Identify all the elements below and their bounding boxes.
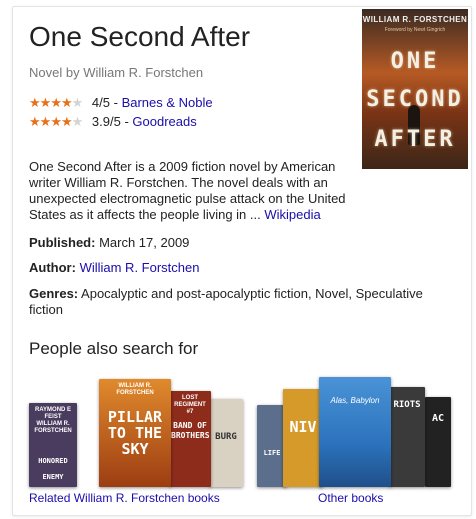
star-filled-icon: ★ <box>29 114 41 129</box>
rating-separator: - <box>113 95 118 110</box>
fact-author: Author: William R. Forstchen <box>29 260 449 276</box>
rating-row-barnes-noble: ★★★★★ 4/5 - Barnes & Noble <box>29 95 213 111</box>
rating-score: 3.9/5 <box>91 114 121 129</box>
cover-title-line: AFTER <box>374 127 456 152</box>
description: One Second After is a 2009 fiction novel… <box>29 159 347 223</box>
cover-title-line: ONE <box>390 49 440 74</box>
book-thumbnail[interactable]: BURG <box>209 399 243 487</box>
also-search-heading: People also search for <box>29 339 199 358</box>
knowledge-panel: One Second After Novel by William R. For… <box>12 6 472 516</box>
fact-value: Apocalyptic and post-apocalyptic fiction… <box>29 286 423 317</box>
star-filled-icon: ★ <box>39 95 52 110</box>
book-title-big: LIFE <box>263 449 281 457</box>
book-thumbnail[interactable]: AC <box>425 397 451 487</box>
star-filled-icon: ★ <box>60 114 73 129</box>
fact-label: Published: <box>29 235 96 250</box>
related-books-carousel[interactable]: RAYMOND E FEIST WILLIAM R. FORSTCHEN HON… <box>29 369 243 487</box>
book-title-big: BURG <box>215 432 237 442</box>
star-rating: ★★★★★ <box>29 95 84 111</box>
fact-label: Author: <box>29 260 76 275</box>
book-thumbnail[interactable]: RAYMOND E FEIST WILLIAM R. FORSTCHEN HON… <box>29 403 77 487</box>
book-thumbnail[interactable]: LOST REGIMENT #7 BAND OF BROTHERS <box>169 391 211 487</box>
related-books-link[interactable]: Related William R. Forstchen books <box>29 491 220 505</box>
book-title-big: PILLAR TO THE SKY <box>107 408 163 458</box>
rating-row-goodreads: ★★★★★ 3.9/5 - Goodreads <box>29 114 197 130</box>
book-thumbnail[interactable]: Alas, Babylon <box>319 377 391 487</box>
star-empty-icon: ★ <box>71 95 84 110</box>
star-filled-icon: ★ <box>60 95 73 110</box>
book-thumbnail[interactable]: NIV <box>283 389 323 487</box>
fact-value: March 17, 2009 <box>99 235 190 250</box>
fact-genres: Genres: Apocalyptic and post-apocalyptic… <box>29 286 449 318</box>
book-title-big: NIV <box>289 418 317 436</box>
cover-tagline: Foreword by Newt Gingrich <box>384 27 446 33</box>
book-thumbnail[interactable]: RIOTS <box>389 387 425 487</box>
book-title-big: BAND OF BROTHERS <box>171 421 210 440</box>
rating-source-link[interactable]: Barnes & Noble <box>122 95 213 110</box>
rating-source-link[interactable]: Goodreads <box>132 114 196 129</box>
panel-title: One Second After <box>29 21 251 52</box>
book-cover-image[interactable]: WILLIAM R. FORSTCHEN Foreword by Newt Gi… <box>362 9 468 169</box>
book-title-small: LOST REGIMENT #7 <box>174 395 206 415</box>
book-title-small: WILLIAM R. FORSTCHEN <box>116 383 154 396</box>
wikipedia-link[interactable]: Wikipedia <box>264 207 320 222</box>
book-title-small: Alas, Babylon <box>330 396 380 405</box>
star-filled-icon: ★ <box>29 95 41 110</box>
book-thumbnail[interactable]: WILLIAM R. FORSTCHEN PILLAR TO THE SKY <box>99 379 171 487</box>
star-rating: ★★★★★ <box>29 114 84 130</box>
rating-score: 4/5 <box>91 95 110 110</box>
other-books-link[interactable]: Other books <box>318 491 383 505</box>
book-title-small: RAYMOND E FEIST WILLIAM R. FORSTCHEN <box>34 407 72 434</box>
star-filled-icon: ★ <box>50 95 62 110</box>
panel-subtitle: Novel by William R. Forstchen <box>29 65 204 80</box>
rating-separator: - <box>124 114 129 129</box>
cover-author: WILLIAM R. FORSTCHEN <box>362 15 468 24</box>
book-title-big: AC <box>431 413 445 424</box>
star-filled-icon: ★ <box>39 114 52 129</box>
fact-published: Published: March 17, 2009 <box>29 235 449 251</box>
star-empty-icon: ★ <box>71 114 84 129</box>
star-filled-icon: ★ <box>50 114 62 129</box>
book-title-big: HONORED ENEMY <box>38 457 68 481</box>
book-title-big: RIOTS <box>393 400 421 410</box>
author-link[interactable]: William R. Forstchen <box>80 260 200 275</box>
other-books-carousel[interactable]: LIFE NIV Alas, Babylon RIOTS AC <box>257 369 453 487</box>
fact-label: Genres: <box>29 286 79 301</box>
